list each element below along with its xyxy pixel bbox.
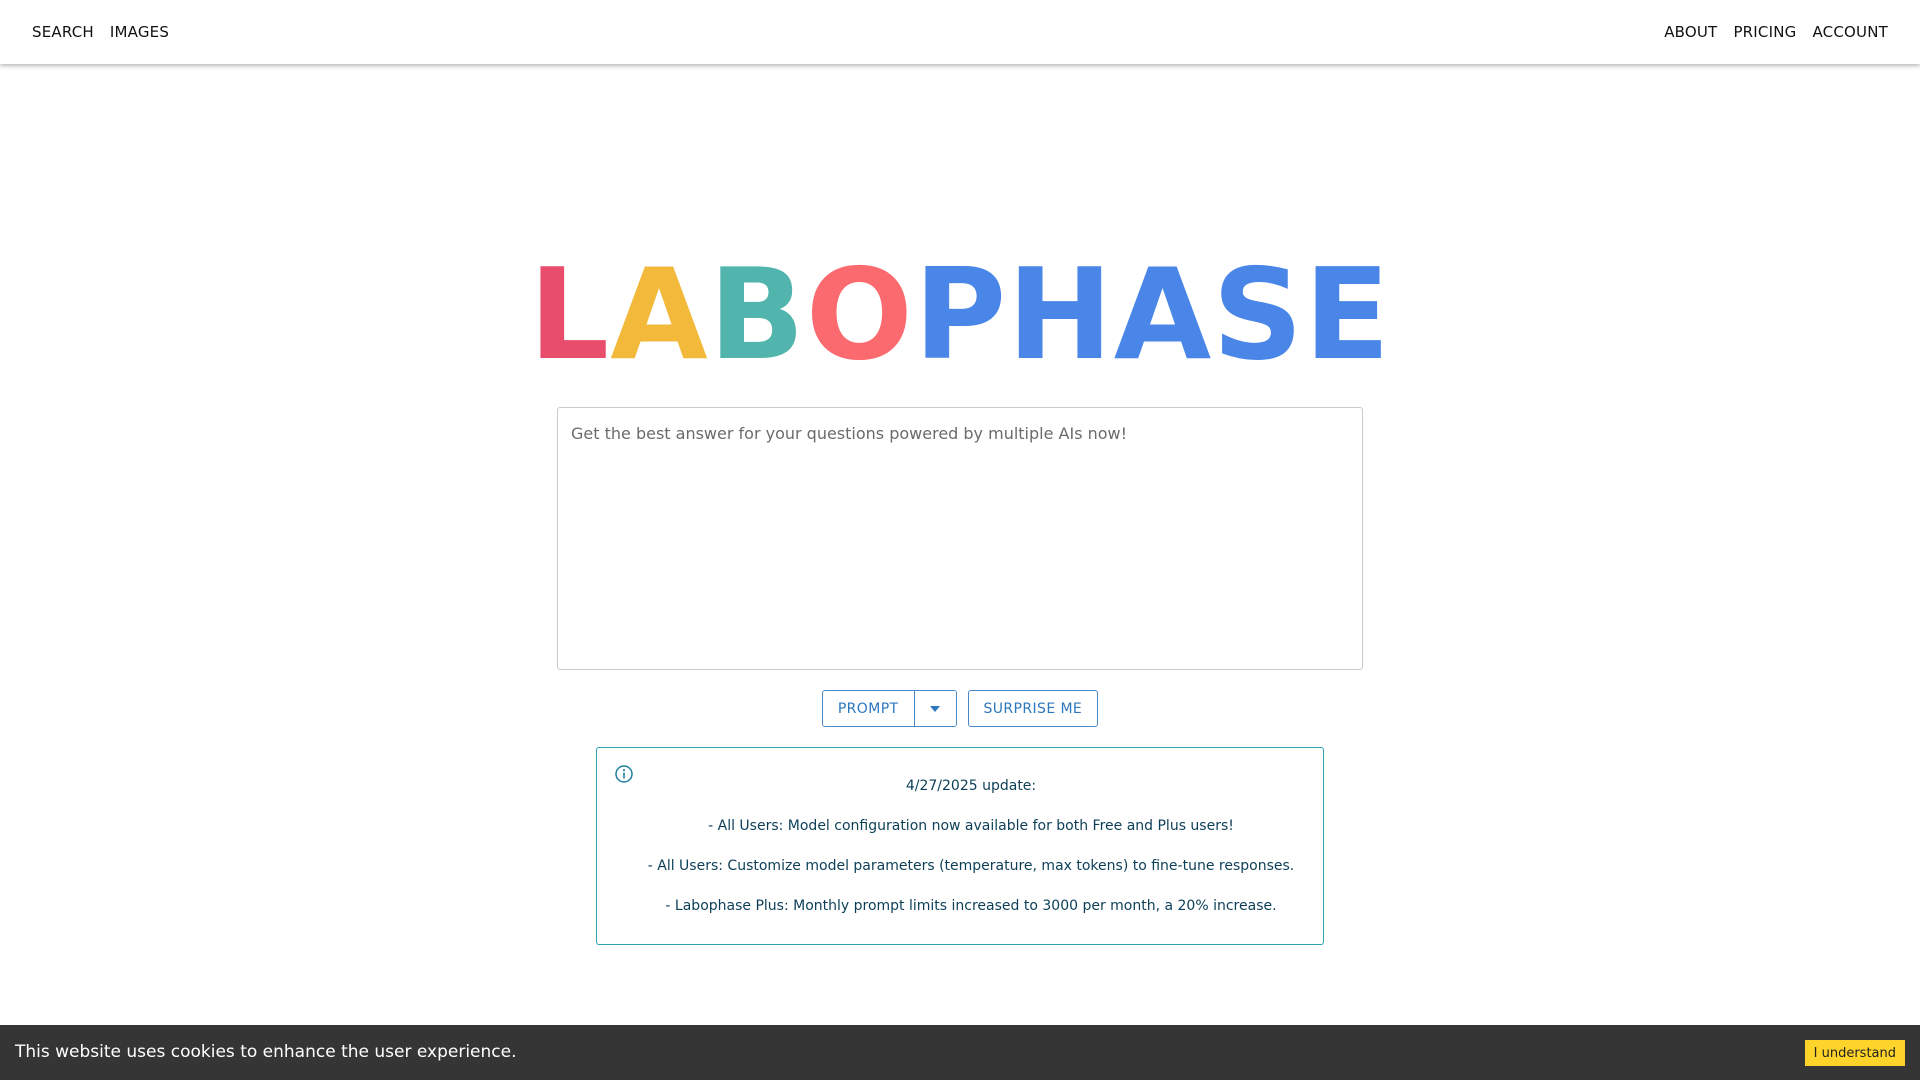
alert-line: - All Users: Model configuration now ava… [708, 818, 1234, 834]
action-button-row: PROMPT SURPRISE ME [0, 690, 1920, 727]
nav-search-link[interactable]: SEARCH [24, 17, 102, 47]
logo-letter: E [1303, 241, 1392, 388]
alert-line: - Labophase Plus: Monthly prompt limits … [665, 898, 1277, 914]
cookie-banner: This website uses cookies to enhance the… [0, 1025, 1920, 1080]
nav-left-group: SEARCH IMAGES [24, 0, 177, 64]
labophase-logo: LABOPHASE [0, 245, 1920, 385]
logo-letter: H [1007, 241, 1114, 388]
info-icon [615, 765, 633, 783]
cookie-message: This website uses cookies to enhance the… [15, 1042, 517, 1062]
cookie-accept-button[interactable]: I understand [1804, 1040, 1905, 1066]
prompt-button[interactable]: PROMPT [822, 691, 914, 726]
logo-letter: B [708, 241, 806, 388]
surprise-me-button[interactable]: SURPRISE ME [967, 690, 1099, 727]
nav-right-group: ABOUT PRICING ACCOUNT [1656, 0, 1896, 64]
logo-letter: P [913, 241, 1008, 388]
logo-letter: A [610, 241, 709, 388]
nav-about-link[interactable]: ABOUT [1656, 17, 1725, 47]
alert-title: 4/27/2025 update: [905, 778, 1037, 794]
update-alert: 4/27/2025 update: - All Users: Model con… [596, 747, 1324, 945]
top-navbar: SEARCH IMAGES ABOUT PRICING ACCOUNT [0, 0, 1920, 64]
logo-letter: L [528, 241, 611, 388]
nav-images-link[interactable]: IMAGES [102, 17, 177, 47]
caret-down-icon [930, 705, 940, 712]
nav-pricing-link[interactable]: PRICING [1725, 17, 1804, 47]
logo-letter: O [805, 241, 914, 388]
alert-line: - All Users: Customize model parameters … [647, 858, 1295, 874]
logo-letter: S [1212, 241, 1304, 388]
nav-account-link[interactable]: ACCOUNT [1804, 17, 1896, 47]
logo-letter: A [1113, 241, 1213, 388]
prompt-dropdown-toggle[interactable] [913, 691, 956, 726]
alert-body: 4/27/2025 update: - All Users: Model con… [637, 777, 1305, 937]
prompt-split-button: PROMPT [821, 690, 957, 727]
prompt-input[interactable] [557, 407, 1363, 670]
